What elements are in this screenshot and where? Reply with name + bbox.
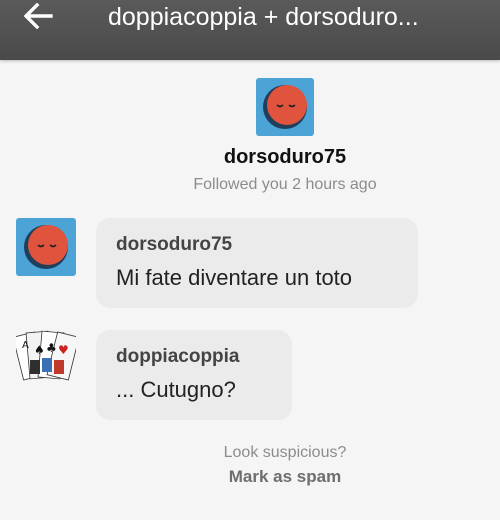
profile-username[interactable]: dorsoduro75 — [0, 146, 500, 169]
back-button[interactable] — [18, 0, 58, 32]
svg-text:♠: ♠ — [34, 343, 45, 357]
message-sender: doppiacoppia — [116, 346, 240, 367]
sleepy-face-avatar-icon — [263, 85, 307, 129]
sender-avatar[interactable]: A ♠ ♣ ♥ — [12, 328, 80, 388]
svg-text:A: A — [22, 340, 29, 351]
sleepy-face-avatar-icon — [24, 225, 68, 269]
app-bar: doppiacoppia + dorsoduro... — [0, 0, 500, 60]
svg-text:♣: ♣ — [46, 341, 57, 355]
message-sender: dorsoduro75 — [116, 234, 233, 255]
message-bubble[interactable]: dorsoduro75 Mi fate diventare un toto — [96, 218, 418, 308]
message-text: Mi fate diventare un toto — [116, 265, 353, 290]
followed-status: Followed you 2 hours ago — [193, 176, 377, 193]
arrow-left-icon — [23, 3, 53, 29]
sender-avatar[interactable] — [16, 218, 76, 276]
conversation-title: doppiacoppia + dorsoduro... — [108, 3, 419, 31]
message-bubble[interactable]: doppiacoppia ... Cutugno? — [96, 330, 292, 420]
playing-cards-avatar-icon: A ♠ ♣ ♥ — [12, 330, 80, 381]
message-text: ... Cutugno? — [116, 377, 236, 402]
profile-avatar[interactable] — [256, 78, 314, 136]
spam-question: Look suspicious? — [223, 444, 347, 461]
mark-as-spam-link[interactable]: Mark as spam — [0, 467, 500, 487]
svg-text:♥: ♥ — [58, 343, 69, 357]
